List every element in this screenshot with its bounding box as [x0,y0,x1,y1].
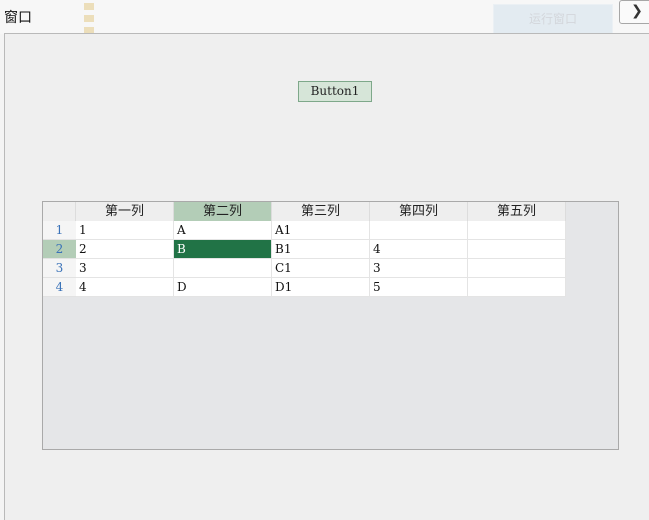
folder-icon [84,14,94,22]
row-header-4[interactable]: 4 [43,278,76,297]
background-corner-button: ❯ [619,0,649,24]
grid-cell[interactable] [468,240,566,259]
window-title: 窗口 [4,10,32,26]
grid-cell[interactable]: 5 [370,278,468,297]
row-header-3[interactable]: 3 [43,259,76,278]
button1[interactable]: Button1 [298,81,372,102]
grid-cell[interactable]: D [174,278,272,297]
grid-cell[interactable]: 4 [370,240,468,259]
row-header-2[interactable]: 2 [43,240,76,259]
grid-cell[interactable]: B [174,240,272,259]
chevron-right-icon: ❯ [631,3,643,19]
grid-cell[interactable]: 1 [76,221,174,240]
column-header-1[interactable]: 第一列 [76,202,174,221]
column-header-3[interactable]: 第三列 [272,202,370,221]
background-tree-fragment [84,0,214,34]
column-header-5[interactable]: 第五列 [468,202,566,221]
grid-cell[interactable]: 4 [76,278,174,297]
grid-cell[interactable]: A [174,221,272,240]
grid-cell[interactable] [468,259,566,278]
grid-cell[interactable]: A1 [272,221,370,240]
grid-cell[interactable]: 2 [76,240,174,259]
grid-cell[interactable] [468,278,566,297]
column-header-2[interactable]: 第二列 [174,202,272,221]
row-header-1[interactable]: 1 [43,221,76,240]
grid-cell[interactable]: 3 [370,259,468,278]
grid-cell[interactable] [468,221,566,240]
data-grid[interactable]: 第一列 第二列 第三列 第四列 第五列 1 1 A A1 2 2 B B1 4 3 3 C1 3 4 4 D D1 5 [42,201,619,450]
grid-cell[interactable] [370,221,468,240]
background-desktop-strip: 运行窗口 ❯ [0,0,649,34]
grid-cell[interactable]: C1 [272,259,370,278]
background-run-button: 运行窗口 [493,4,613,34]
folder-icon [84,2,94,10]
grid-cell[interactable]: D1 [272,278,370,297]
grid-cell[interactable]: B1 [272,240,370,259]
column-header-4[interactable]: 第四列 [370,202,468,221]
grid-cell[interactable] [174,259,272,278]
grid-corner-cell[interactable] [43,202,76,221]
grid-cell[interactable]: 3 [76,259,174,278]
